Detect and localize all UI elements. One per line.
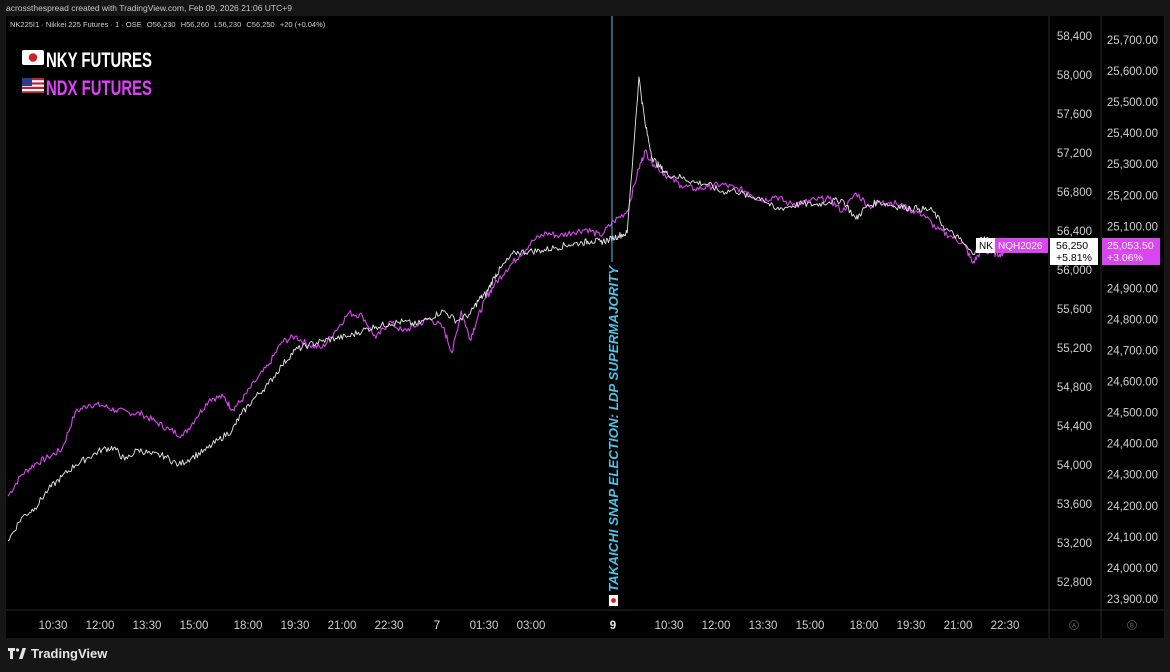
ndx-y-tick-label: 24,700.00	[1107, 346, 1158, 358]
ndx-y-tick-label: 25,200.00	[1107, 190, 1158, 202]
event-annotation[interactable]: TAKAICHI SNAP ELECTION: LDP SUPERMAJORIT…	[606, 265, 621, 606]
legend-ndx-label: NDX FUTURES	[46, 77, 152, 100]
nky-y-tick-label: 57,600	[1057, 109, 1092, 121]
nky-y-tick-label: 52,800	[1057, 577, 1092, 589]
nky-y-tick-label: 55,600	[1057, 304, 1092, 316]
x-tick-label: 21:00	[944, 620, 973, 632]
event-annotation-text: TAKAICHI SNAP ELECTION: LDP SUPERMAJORIT…	[606, 265, 621, 592]
nq-last-price: 25,053.50	[1107, 240, 1154, 252]
japan-flag-icon	[609, 595, 618, 606]
x-tick-label: 19:30	[281, 620, 310, 632]
ndx-y-tick-label: 25,500.00	[1107, 97, 1158, 109]
svg-text:A: A	[1072, 624, 1076, 630]
x-tick-label: 15:00	[796, 620, 825, 632]
ndx-y-tick-label: 25,300.00	[1107, 159, 1158, 171]
ndx-y-tick-label: 24,800.00	[1107, 314, 1158, 326]
x-tick-label: 15:00	[180, 620, 209, 632]
x-tick-label: 22:30	[375, 620, 404, 632]
nky-y-tick-label: 55,200	[1057, 343, 1092, 355]
ndx-y-tick-label: 23,900.00	[1107, 594, 1158, 606]
ndx-y-tick-label: 24,300.00	[1107, 470, 1158, 482]
brand-name: TradingView	[31, 646, 108, 661]
nky-y-tick-label: 53,200	[1057, 538, 1092, 550]
x-tick-label: 12:00	[702, 620, 731, 632]
x-tick-label: 18:00	[850, 620, 879, 632]
chart-window: acrossthespread created with TradingView…	[0, 0, 1170, 672]
tradingview-logo[interactable]: TradingView	[8, 646, 107, 661]
svg-text:B: B	[1130, 624, 1134, 630]
x-tick-label: 18:00	[234, 620, 263, 632]
ndx-y-tick-label: 24,400.00	[1107, 439, 1158, 451]
x-tick-label: 19:30	[897, 620, 926, 632]
nky-y-tick-label: 54,400	[1057, 421, 1092, 433]
ndx-y-tick-label: 24,200.00	[1107, 501, 1158, 513]
tradingview-icon	[8, 647, 26, 659]
x-tick-label: 9	[610, 620, 616, 632]
nk-last-price: 56,250	[1056, 240, 1088, 252]
ndx-y-tick-label: 25,600.00	[1107, 66, 1158, 78]
nq-last-change: +3.06%	[1107, 252, 1143, 264]
nky-y-tick-label: 56,800	[1057, 187, 1092, 199]
footer: TradingView	[0, 638, 1170, 672]
ndx-y-tick-label: 24,900.00	[1107, 283, 1158, 295]
x-tick-label: 7	[434, 620, 440, 632]
nky-y-tick-label: 56,000	[1057, 265, 1092, 277]
ndx-price-scale[interactable]	[1100, 16, 1164, 638]
nky-y-tick-label: 54,000	[1057, 460, 1092, 472]
usa-flag-icon	[22, 78, 44, 93]
ndx-y-tick-label: 24,600.00	[1107, 377, 1158, 389]
x-tick-label: 12:00	[86, 620, 115, 632]
nky-y-tick-label: 53,600	[1057, 499, 1092, 511]
ndx-y-tick-label: 25,100.00	[1107, 221, 1158, 233]
plot-area[interactable]	[6, 16, 1048, 638]
x-axis: 10:30 12:00 13:30 15:00 18:00 19:30 21:00 22:30…	[39, 620, 1020, 632]
nky-y-tick-label: 58,000	[1057, 70, 1092, 82]
nq-series-tag-text: NQH2026	[998, 241, 1043, 252]
ndx-y-tick-label: 24,000.00	[1107, 563, 1158, 575]
japan-flag-icon	[22, 50, 44, 65]
x-tick-label: 10:30	[655, 620, 684, 632]
ndx-y-tick-label: 25,700.00	[1107, 35, 1158, 47]
x-tick-label: 21:00	[328, 620, 357, 632]
price-chart[interactable]: NK225I1 · Nikkei 225 Futures · 1 · OSE O…	[0, 0, 1170, 672]
x-tick-label: 13:30	[133, 620, 162, 632]
nk-last-change: +5.81%	[1056, 252, 1092, 264]
nky-y-tick-label: 58,400	[1057, 31, 1092, 43]
legend-nky-label: NKY FUTURES	[46, 49, 152, 72]
ndx-y-tick-label: 24,500.00	[1107, 408, 1158, 420]
x-tick-label: 01:30	[470, 620, 499, 632]
ndx-y-tick-label: 24,100.00	[1107, 532, 1158, 544]
x-tick-label: 03:00	[517, 620, 546, 632]
x-tick-label: 10:30	[39, 620, 68, 632]
nky-y-tick-label: 56,400	[1057, 226, 1092, 238]
x-tick-label: 22:30	[991, 620, 1020, 632]
ndx-y-tick-label: 25,400.00	[1107, 128, 1158, 140]
nky-axis-ticks: 58,400 58,000 57,600 57,200 56,800 56,400 56,0…	[1057, 31, 1092, 589]
nk-series-tag-text: NK	[979, 241, 993, 252]
nky-y-tick-label: 57,200	[1057, 148, 1092, 160]
x-tick-label: 13:30	[749, 620, 778, 632]
nky-y-tick-label: 54,800	[1057, 382, 1092, 394]
